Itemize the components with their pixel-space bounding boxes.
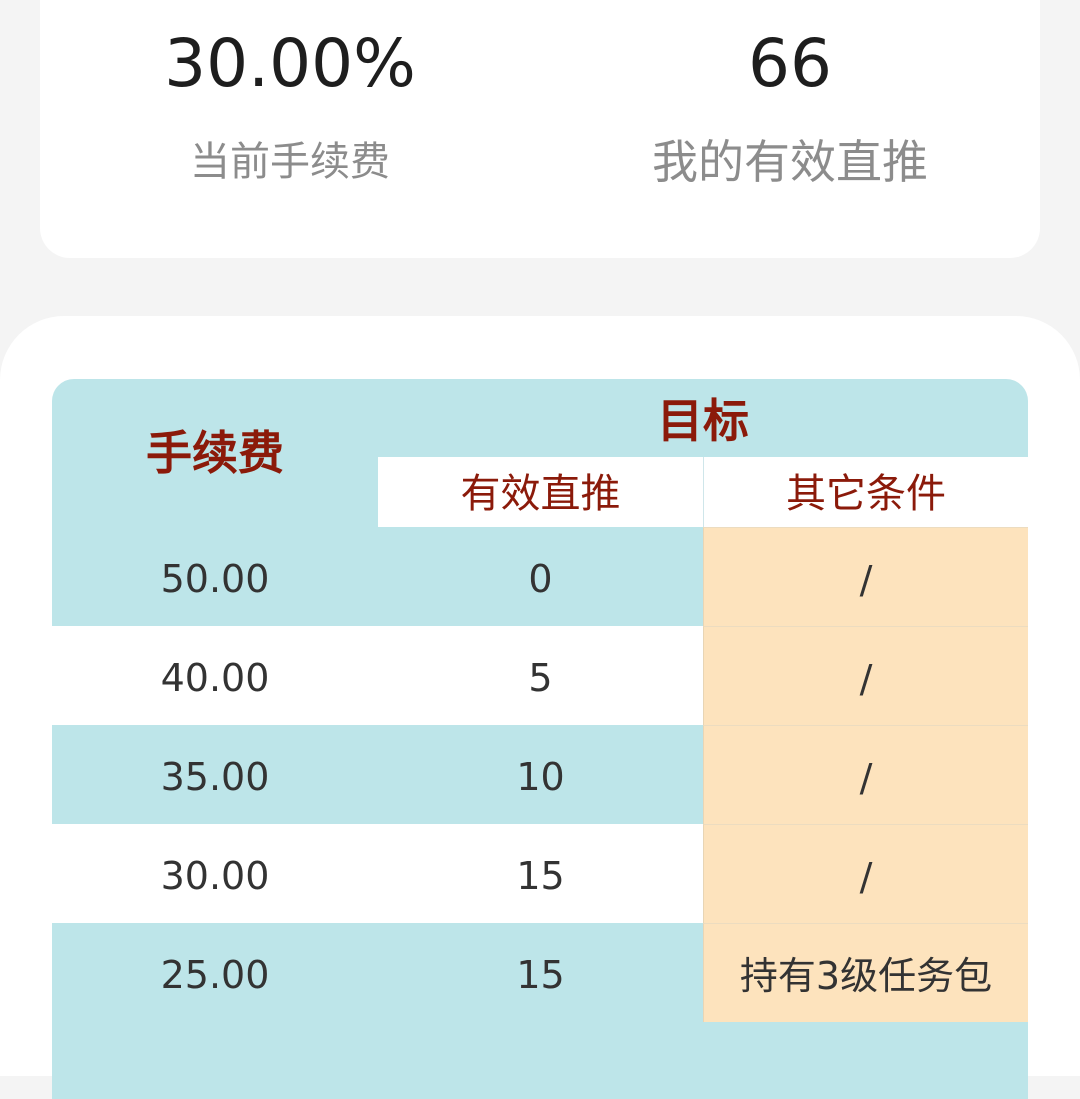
fee-cell: 25.00 [160, 953, 270, 997]
direct-referrals-label: 我的有效直推 [652, 135, 928, 189]
condition-cell: / [703, 626, 1028, 725]
direct-referrals-value: 66 [748, 25, 832, 102]
direct-cell: 10 [516, 755, 565, 799]
direct-cell: 0 [528, 557, 553, 601]
fee-table-card: 手续费 目标 有效直推 其它条件 50.00 0 / 40.00 5 / 35.… [0, 316, 1080, 1099]
table-row: 50.00 0 / [52, 527, 1028, 626]
condition-cell: 持有3级任务包 [703, 923, 1028, 1022]
condition-cell: / [703, 527, 1028, 626]
table-row: 30.00 15 / [52, 824, 1028, 923]
table-row: 25.00 15 持有3级任务包 [52, 923, 1028, 1022]
header-target: 目标 [657, 394, 749, 448]
current-fee-label: 当前手续费 [190, 139, 390, 185]
current-fee-stat: 30.00% 当前手续费 [40, 0, 540, 188]
fee-table: 手续费 目标 有效直推 其它条件 50.00 0 / 40.00 5 / 35.… [52, 379, 1028, 1099]
direct-referrals-stat: 66 我的有效直推 [540, 0, 1040, 188]
fee-cell: 35.00 [160, 755, 270, 799]
fee-cell: 50.00 [160, 557, 270, 601]
fee-cell: 30.00 [160, 854, 270, 898]
condition-cell: / [703, 824, 1028, 923]
direct-cell: 15 [516, 854, 565, 898]
direct-cell: 5 [528, 656, 553, 700]
condition-cell: / [703, 725, 1028, 824]
header-direct-referrals: 有效直推 [378, 457, 703, 527]
table-row: 35.00 10 / [52, 725, 1028, 824]
table-row: 40.00 5 / [52, 626, 1028, 725]
direct-cell: 15 [516, 953, 565, 997]
header-other-conditions: 其它条件 [704, 457, 1028, 527]
stats-card: 30.00% 当前手续费 66 我的有效直推 [40, 0, 1040, 258]
current-fee-value: 30.00% [164, 25, 416, 102]
fee-cell: 40.00 [160, 656, 270, 700]
header-fee: 手续费 [146, 426, 284, 480]
